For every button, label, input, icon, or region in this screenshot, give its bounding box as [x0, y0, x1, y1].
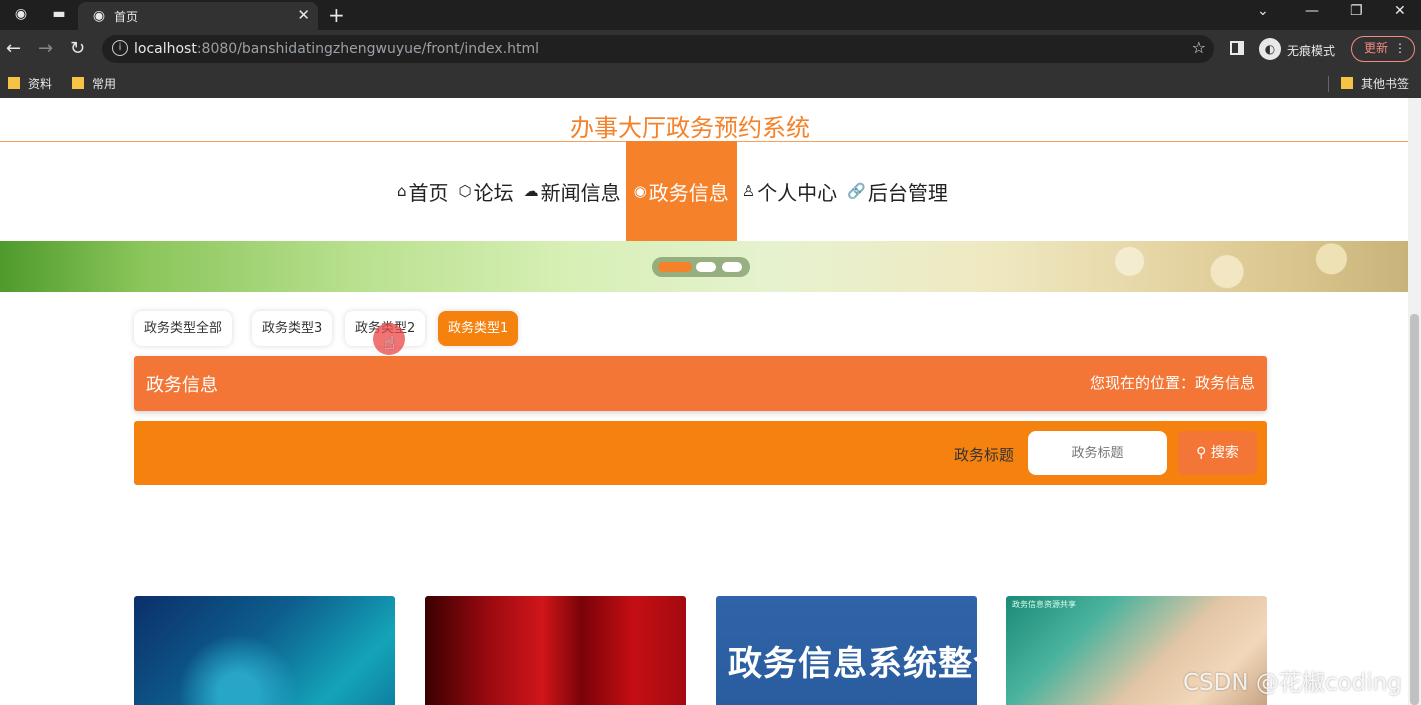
- nav-item-personal-center[interactable]: ♙ 个人中心: [737, 141, 842, 241]
- globe-icon: ◉: [92, 8, 106, 24]
- nav-label: 后台管理: [867, 180, 948, 205]
- browser-toolbar: ← → ↻ i localhost:8080/banshidatingzheng…: [0, 30, 1421, 68]
- carousel-indicator: [652, 257, 750, 277]
- browser-tab[interactable]: ◉ 首页 ✕: [78, 2, 318, 30]
- bookmark-label: 资料: [28, 77, 53, 91]
- search-input[interactable]: [1028, 431, 1167, 475]
- reload-icon[interactable]: ↻: [70, 38, 85, 59]
- nav-item-gov-info[interactable]: ◉ 政务信息: [625, 141, 737, 241]
- news-card[interactable]: 政务信息系统整合共享: [716, 596, 977, 705]
- carousel-dot[interactable]: [696, 262, 716, 272]
- cube-icon: ⬡: [458, 182, 472, 200]
- nav-item-admin[interactable]: 🔗 后台管理: [842, 141, 953, 241]
- url-host: localhost: [134, 41, 197, 57]
- incognito-icon[interactable]: ◐: [1259, 38, 1281, 60]
- section-title: 政务信息: [146, 375, 218, 396]
- tab-list-chevron-icon[interactable]: ⌄: [1257, 3, 1269, 19]
- scrollbar-thumb[interactable]: [1410, 314, 1419, 705]
- bookmark-label: 其他书签: [1361, 77, 1410, 91]
- update-label: 更新: [1364, 41, 1389, 55]
- more-menu-icon[interactable]: ⋮: [1394, 37, 1406, 60]
- browser-tab-bar: ◉ ▬ ◉ 首页 ✕ + ⌄ — ❐ ✕: [0, 0, 1421, 30]
- nav-item-forum[interactable]: ⬡ 论坛: [454, 141, 519, 241]
- bookmarks-bar: 资料 常用 其他书签: [0, 68, 1421, 98]
- search-bar: 政务标题 ⚲ 搜索: [134, 421, 1267, 485]
- restore-icon[interactable]: ❐: [1350, 3, 1363, 19]
- link-icon: 🔗: [847, 182, 866, 200]
- search-label: 政务标题: [954, 446, 1015, 464]
- tab-title: 首页: [114, 10, 139, 24]
- nav-label: 首页: [408, 180, 449, 205]
- watermark: CSDN @花椒coding: [1183, 670, 1402, 696]
- close-window-icon[interactable]: ✕: [1394, 3, 1406, 19]
- update-button[interactable]: 更新 ⋮: [1351, 36, 1415, 62]
- tab-search-icon[interactable]: ▬: [50, 5, 68, 23]
- tab-close-icon[interactable]: ✕: [297, 6, 310, 24]
- side-panel-icon[interactable]: [1230, 41, 1244, 55]
- globe-icon: ◉: [633, 182, 647, 200]
- hand-cursor-icon: ☝: [384, 333, 395, 354]
- breadcrumb: 您现在的位置：政务信息: [1089, 374, 1255, 392]
- search-button-label: 搜索: [1210, 445, 1239, 461]
- banner-roses: [1060, 241, 1408, 292]
- news-card[interactable]: [425, 596, 686, 705]
- main-nav: ⌂ 首页 ⬡ 论坛 ☁ 新闻信息 ◉ 政务信息 ♙ 个人中心 🔗 后台管理: [392, 141, 953, 241]
- nav-label: 个人中心: [757, 180, 838, 205]
- bookmark-divider: [1328, 76, 1329, 92]
- search-icon: ⚲: [1196, 445, 1207, 461]
- search-button[interactable]: ⚲ 搜索: [1178, 431, 1257, 475]
- web-page: 办事大厅政务预约系统 ⌂ 首页 ⬡ 论坛 ☁ 新闻信息 ◉ 政务信息 ♙ 个人中心 🔗 后台…: [0, 98, 1408, 705]
- cloud-icon: ☁: [523, 182, 539, 200]
- folder-icon: [72, 77, 84, 89]
- folder-icon: [8, 77, 20, 89]
- nav-label: 新闻信息: [540, 180, 621, 205]
- new-tab-button[interactable]: +: [328, 3, 345, 27]
- nav-label: 政务信息: [648, 180, 729, 205]
- other-bookmarks[interactable]: 其他书签: [1341, 75, 1409, 92]
- category-type1-button[interactable]: 政务类型1: [438, 311, 519, 346]
- user-icon: ♙: [741, 182, 756, 200]
- category-all-button[interactable]: 政务类型全部: [134, 311, 233, 346]
- forward-icon[interactable]: →: [38, 38, 53, 59]
- site-title: 办事大厅政务预约系统: [570, 114, 810, 142]
- nav-item-home[interactable]: ⌂ 首页: [392, 141, 454, 241]
- carousel-dot[interactable]: [722, 262, 742, 272]
- news-card[interactable]: [134, 596, 395, 705]
- bookmark-star-icon[interactable]: ☆: [1192, 38, 1206, 57]
- back-icon[interactable]: ←: [6, 38, 21, 59]
- minimize-icon[interactable]: —: [1305, 3, 1319, 19]
- carousel-dot[interactable]: [658, 262, 692, 272]
- card-image-text: 政务信息系统整合共享: [728, 644, 977, 684]
- nav-item-news[interactable]: ☁ 新闻信息: [519, 141, 626, 241]
- nav-label: 论坛: [473, 180, 514, 205]
- bookmark-folder[interactable]: 资料: [8, 75, 52, 92]
- category-type3-button[interactable]: 政务类型3: [252, 311, 333, 346]
- folder-icon: [1341, 77, 1353, 89]
- incognito-label: 无痕模式: [1287, 44, 1336, 58]
- address-bar[interactable]: i localhost:8080/banshidatingzhengwuyue/…: [102, 35, 1214, 63]
- browser-menu-icon[interactable]: ◉: [12, 5, 30, 23]
- url-path: :8080/banshidatingzhengwuyue/front/index…: [196, 41, 539, 57]
- home-icon: ⌂: [397, 182, 407, 200]
- site-info-icon[interactable]: i: [112, 40, 128, 56]
- page-scrollbar[interactable]: [1408, 98, 1421, 705]
- bookmark-label: 常用: [92, 77, 117, 91]
- section-header: 政务信息 您现在的位置：政务信息: [134, 356, 1267, 411]
- bookmark-folder[interactable]: 常用: [72, 75, 116, 92]
- card-image-caption: 政务信息资源共享: [1012, 600, 1076, 609]
